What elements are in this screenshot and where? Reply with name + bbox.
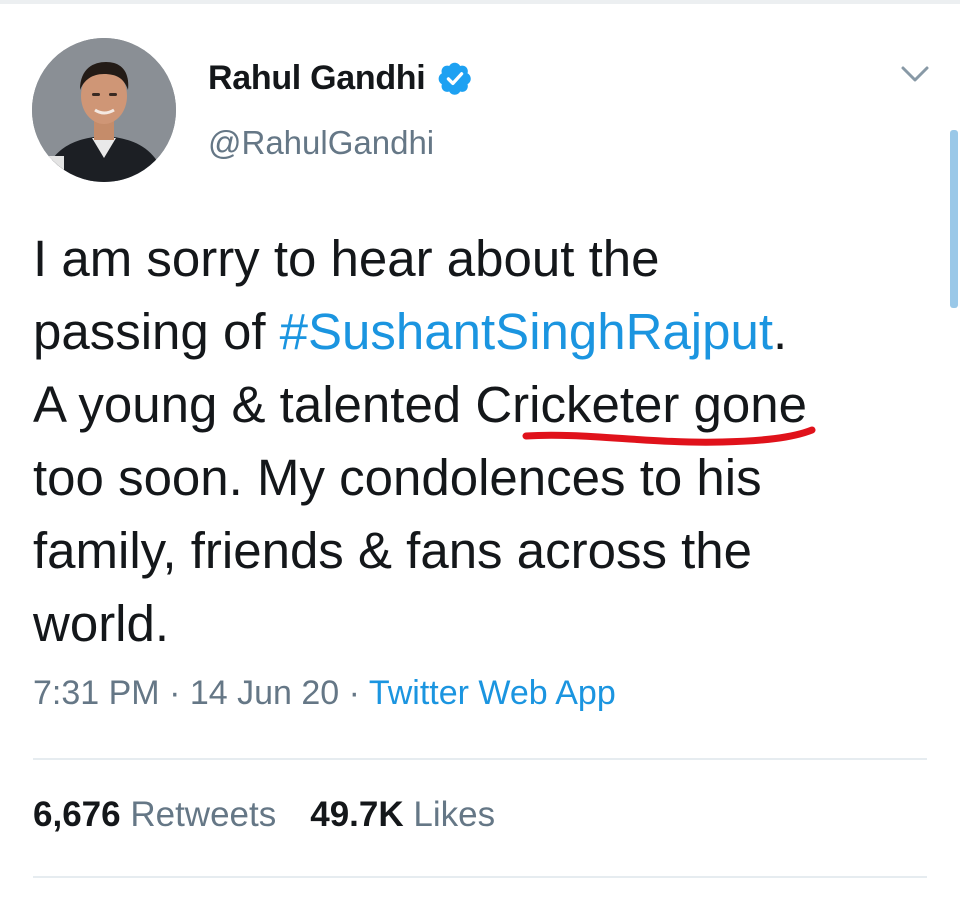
red-underline-annotation: [522, 426, 816, 446]
author-name-row[interactable]: Rahul Gandhi: [208, 56, 473, 100]
tweet-stats: 6,676 Retweets 49.7K Likes: [33, 795, 495, 835]
avatar-photo: [32, 38, 176, 182]
tweet-text-segment: too soon. My condolences to his: [33, 449, 762, 506]
divider: [33, 876, 927, 878]
tweet-line-2: passing of #SushantSinghRajput.: [33, 295, 933, 368]
tweet-text-segment: world.: [33, 595, 170, 652]
author-handle[interactable]: @RahulGandhi: [208, 124, 434, 162]
tweet-meta: 7:31 PM · 14 Jun 20 · Twitter Web App: [33, 674, 616, 713]
meta-separator: ·: [339, 674, 369, 712]
scrollbar-thumb[interactable]: [950, 130, 958, 308]
likes-label: Likes: [413, 795, 496, 834]
tweet-text-segment: A young & talented: [33, 376, 476, 433]
avatar[interactable]: [32, 38, 176, 182]
likes-stat[interactable]: 49.7K Likes: [310, 795, 495, 834]
tweet-date[interactable]: 14 Jun 20: [190, 674, 339, 712]
likes-count: 49.7K: [310, 795, 404, 834]
tweet-time[interactable]: 7:31 PM: [33, 674, 160, 712]
tweet-text-segment: I am sorry to hear about the: [33, 230, 660, 287]
retweets-label: Retweets: [130, 795, 277, 834]
tweet-text-segment: family, friends & fans across the: [33, 522, 753, 579]
tweet-line-6: world.: [33, 587, 933, 660]
retweets-count: 6,676: [33, 795, 121, 834]
chevron-down-icon[interactable]: [898, 62, 932, 86]
tweet-text-segment: passing of: [33, 303, 280, 360]
author-display-name[interactable]: Rahul Gandhi: [208, 59, 426, 98]
tweet-line-5: family, friends & fans across the: [33, 514, 933, 587]
tweet-line-1: I am sorry to hear about the: [33, 222, 933, 295]
divider: [33, 758, 927, 760]
tweet-text-segment: .: [773, 303, 788, 360]
top-divider: [0, 0, 960, 4]
retweets-stat[interactable]: 6,676 Retweets: [33, 795, 276, 834]
meta-separator: ·: [159, 674, 190, 712]
tweet-source-link[interactable]: Twitter Web App: [369, 674, 616, 712]
hashtag-link[interactable]: #SushantSinghRajput: [280, 303, 773, 360]
verified-badge-icon: [439, 62, 472, 95]
